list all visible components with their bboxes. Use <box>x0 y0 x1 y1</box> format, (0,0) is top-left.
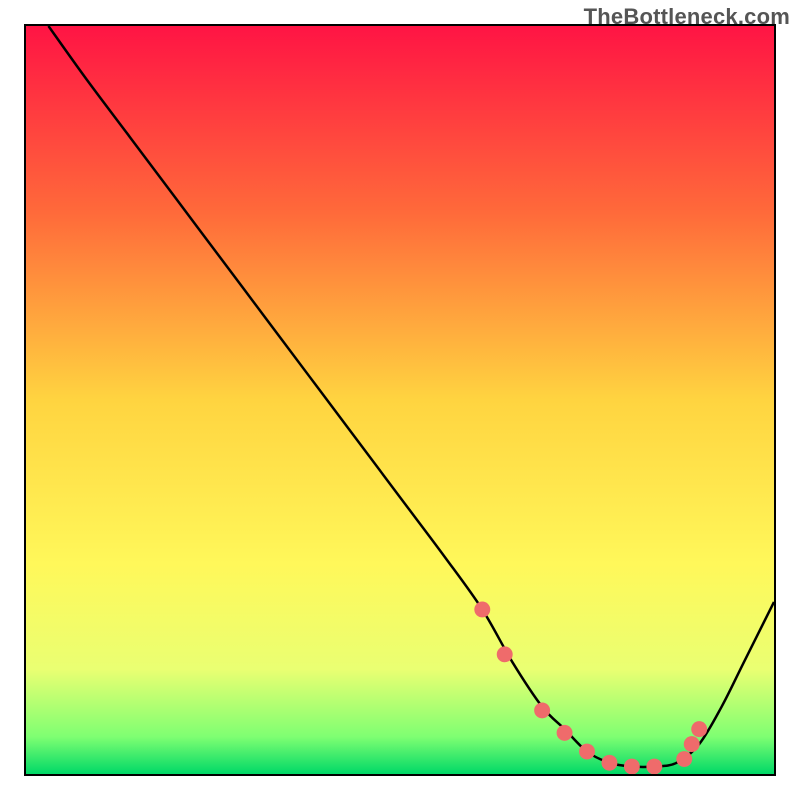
marker-dot <box>624 759 640 774</box>
marker-dot <box>579 744 595 760</box>
marker-dots-group <box>474 601 707 774</box>
marker-dot <box>684 736 700 752</box>
marker-dot <box>676 751 692 767</box>
marker-dot <box>691 721 707 737</box>
bottleneck-curve-overlay <box>26 26 774 774</box>
marker-dot <box>557 725 573 741</box>
watermark-text: TheBottleneck.com <box>584 4 790 30</box>
marker-dot <box>601 755 617 771</box>
marker-dot <box>534 702 550 718</box>
chart-plot-area <box>24 24 776 776</box>
bottleneck-curve-path <box>48 26 774 767</box>
marker-dot <box>474 601 490 617</box>
marker-dot <box>497 646 513 662</box>
marker-dot <box>646 759 662 774</box>
